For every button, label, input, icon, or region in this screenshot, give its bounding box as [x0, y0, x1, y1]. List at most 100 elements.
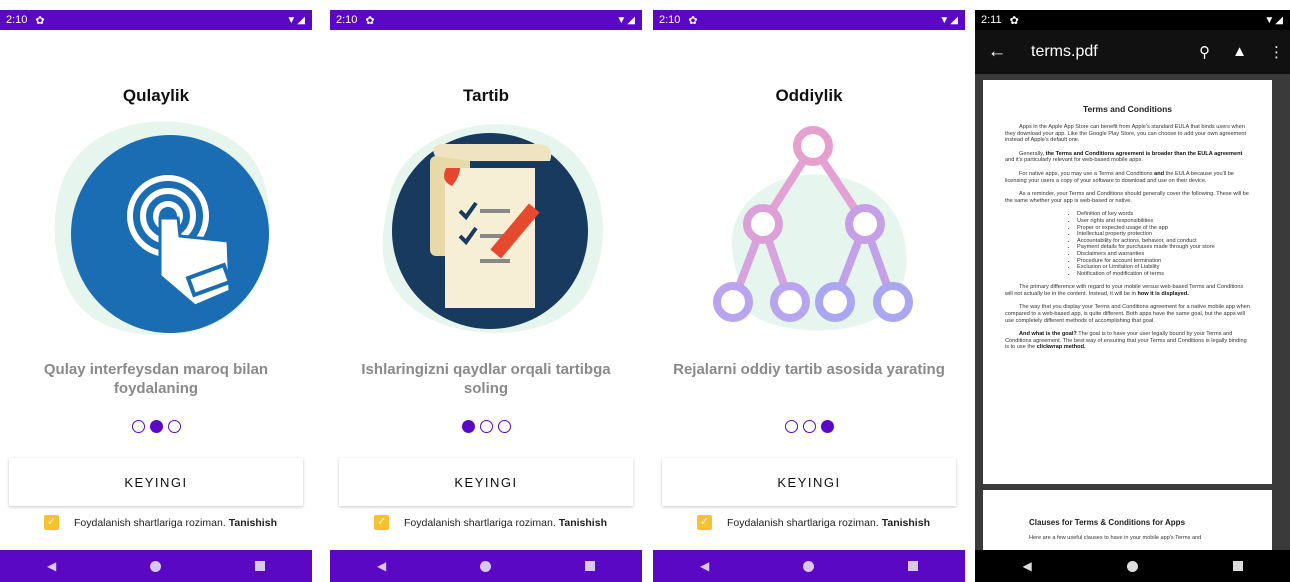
terms-checkbox[interactable]: ✓ — [44, 515, 59, 530]
nav-back-icon[interactable]: ◀ — [377, 559, 386, 573]
slide-title: Qulaylik — [122, 86, 190, 105]
nav-recent-icon[interactable] — [255, 561, 266, 571]
onboarding-screen-3: 2:10 ✿ ▼◢ Oddiylik Rejalarni oddiy tarti… — [653, 10, 965, 582]
doc-paragraph: The primary difference with regard to yo… — [1005, 284, 1244, 297]
terms-label: Foydalanish shartlariga roziman. — [727, 516, 879, 529]
terms-agreement: ✓ Foydalanish shartlariga roziman. Tanis… — [374, 515, 607, 530]
slide-title: Oddiylik — [775, 86, 843, 105]
pdf-viewer-screen: 2:11 ✿ ▼◢ ← terms.pdf ⚲ ▲ ⋮ Terms and Co… — [975, 10, 1290, 582]
signal-icon: ▼◢ — [939, 14, 959, 26]
list-item: Exclusion or Limitation of Liability — [1077, 264, 1250, 271]
onboarding-screen-1: 2:10 ✿ ▼◢ Qulaylik Qulay interfeysdan ma… — [0, 10, 312, 582]
page-indicator — [0, 420, 312, 433]
section-heading: Clauses for Terms & Conditions for Apps — [1029, 518, 1186, 527]
doc-paragraph: Here are a few useful clauses to have in… — [1029, 535, 1202, 541]
terms-label: Foydalanish shartlariga roziman. — [404, 516, 556, 529]
list-item: Notification of modification of terms — [1077, 271, 1250, 278]
system-nav-bar: ◀ — [330, 550, 642, 582]
terms-label: Foydalanish shartlariga roziman. — [74, 516, 226, 529]
list-item: Accountability for actions, behavior, an… — [1077, 238, 1250, 245]
pdf-file-name: terms.pdf — [1031, 43, 1098, 60]
status-bar: 2:10 ✿ ▼◢ — [653, 10, 965, 30]
terms-checkbox[interactable]: ✓ — [374, 515, 389, 530]
drive-icon[interactable]: ▲ — [1232, 43, 1247, 61]
page-dot-1[interactable] — [461, 420, 475, 433]
slide-title: Tartib — [463, 86, 509, 105]
page-dot-3[interactable] — [497, 420, 511, 433]
slide-subtitle: Rejalarni oddiy tartib asosida yarating — [673, 361, 945, 378]
gear-icon: ✿ — [365, 14, 375, 27]
status-bar: 2:10 ✿ ▼◢ — [0, 10, 312, 30]
pdf-page-2: Clauses for Terms & Conditions for Apps … — [983, 490, 1272, 550]
page-dot-3[interactable] — [820, 420, 834, 433]
doc-paragraph: The way that you display your Terms and … — [1005, 304, 1250, 324]
overflow-menu-icon[interactable]: ⋮ — [1269, 43, 1284, 61]
system-nav-bar: ◀ — [975, 550, 1290, 582]
status-time: 2:10 — [336, 14, 358, 26]
list-item: Procedure for account termination — [1077, 258, 1250, 265]
page-dot-2[interactable] — [479, 420, 493, 433]
terms-link[interactable]: Tanishish — [882, 517, 930, 529]
terms-link[interactable]: Tanishish — [229, 517, 277, 529]
list-item: Payment details for purchases made throu… — [1077, 244, 1250, 251]
status-bar: 2:10 ✿ ▼◢ — [330, 10, 642, 30]
nav-back-icon[interactable]: ◀ — [1022, 559, 1031, 573]
terms-agreement: ✓ Foydalanish shartlariga roziman. Tanis… — [44, 515, 277, 530]
tree-diagram-icon — [713, 126, 913, 331]
system-nav-bar: ◀ — [0, 550, 312, 582]
nav-recent-icon[interactable] — [908, 561, 919, 571]
nav-recent-icon[interactable] — [1232, 561, 1243, 571]
slide-subtitle: Qulay interfeysdan maroq bilan foydalani… — [43, 361, 269, 397]
page-dot-2[interactable] — [149, 420, 163, 433]
doc-bullet-list: Definition of key words User rights and … — [1077, 211, 1250, 277]
terms-checkbox[interactable]: ✓ — [697, 515, 712, 530]
page-dot-1[interactable] — [784, 420, 798, 433]
signal-icon: ▼◢ — [286, 14, 306, 26]
page-dot-2[interactable] — [802, 420, 816, 433]
touch-hand-icon — [54, 121, 270, 335]
system-nav-bar: ◀ — [653, 550, 965, 582]
signal-icon: ▼◢ — [1264, 14, 1284, 26]
next-button[interactable]: KEYINGI — [662, 458, 956, 506]
doc-paragraph: As a reminder, your Terms and Conditions… — [1005, 191, 1249, 204]
pdf-toolbar: ← terms.pdf ⚲ ▲ ⋮ — [975, 30, 1290, 74]
nav-home-icon[interactable] — [803, 560, 815, 572]
next-button[interactable]: KEYINGI — [9, 458, 303, 506]
doc-paragraph: Apps in the Apple App Store can benefit … — [1005, 124, 1246, 144]
next-button[interactable]: KEYINGI — [339, 458, 633, 506]
status-time: 2:11 — [981, 14, 1002, 26]
signal-icon: ▼◢ — [616, 14, 636, 26]
page-indicator — [653, 420, 965, 433]
back-arrow-icon[interactable]: ← — [975, 41, 1019, 63]
search-icon[interactable]: ⚲ — [1199, 43, 1210, 61]
list-item: Intellectual property protection — [1077, 231, 1250, 238]
nav-home-icon[interactable] — [150, 560, 162, 572]
nav-recent-icon[interactable] — [585, 561, 596, 571]
list-item: Proper or expected usage of the app — [1077, 225, 1250, 232]
checklist-scroll-icon — [382, 124, 603, 333]
pdf-page-1: Terms and Conditions Apps in the Apple A… — [983, 80, 1272, 484]
nav-home-icon[interactable] — [1126, 560, 1138, 572]
onboarding-screen-2: 2:10 ✿ ▼◢ Tartib Ishlaringizni qaydlar o… — [330, 10, 642, 582]
gear-icon: ✿ — [1009, 14, 1019, 27]
gear-icon: ✿ — [35, 14, 45, 27]
list-item: Definition of key words — [1077, 211, 1250, 218]
nav-back-icon[interactable]: ◀ — [700, 559, 709, 573]
page-dot-1[interactable] — [131, 420, 145, 433]
list-item: User rights and responsibilities — [1077, 218, 1250, 225]
nav-back-icon[interactable]: ◀ — [47, 559, 56, 573]
doc-paragraph: For native apps, you may use a Terms and… — [1005, 170, 1234, 184]
status-bar: 2:11 ✿ ▼◢ — [975, 10, 1290, 30]
doc-paragraph: Generally, the Terms and Conditions agre… — [1005, 150, 1243, 164]
terms-agreement: ✓ Foydalanish shartlariga roziman. Tanis… — [697, 515, 930, 530]
status-time: 2:10 — [659, 14, 681, 26]
doc-paragraph: And what is the goal? The goal is to hav… — [1005, 331, 1247, 351]
page-dot-3[interactable] — [167, 420, 181, 433]
gear-icon: ✿ — [688, 14, 698, 27]
list-item: Disclaimers and warranties — [1077, 251, 1250, 258]
nav-home-icon[interactable] — [480, 560, 492, 572]
page-indicator — [330, 420, 642, 433]
slide-subtitle: Ishlaringizni qaydlar orqali tartibga so… — [361, 361, 611, 397]
terms-link[interactable]: Tanishish — [559, 517, 607, 529]
status-time: 2:10 — [6, 14, 28, 26]
